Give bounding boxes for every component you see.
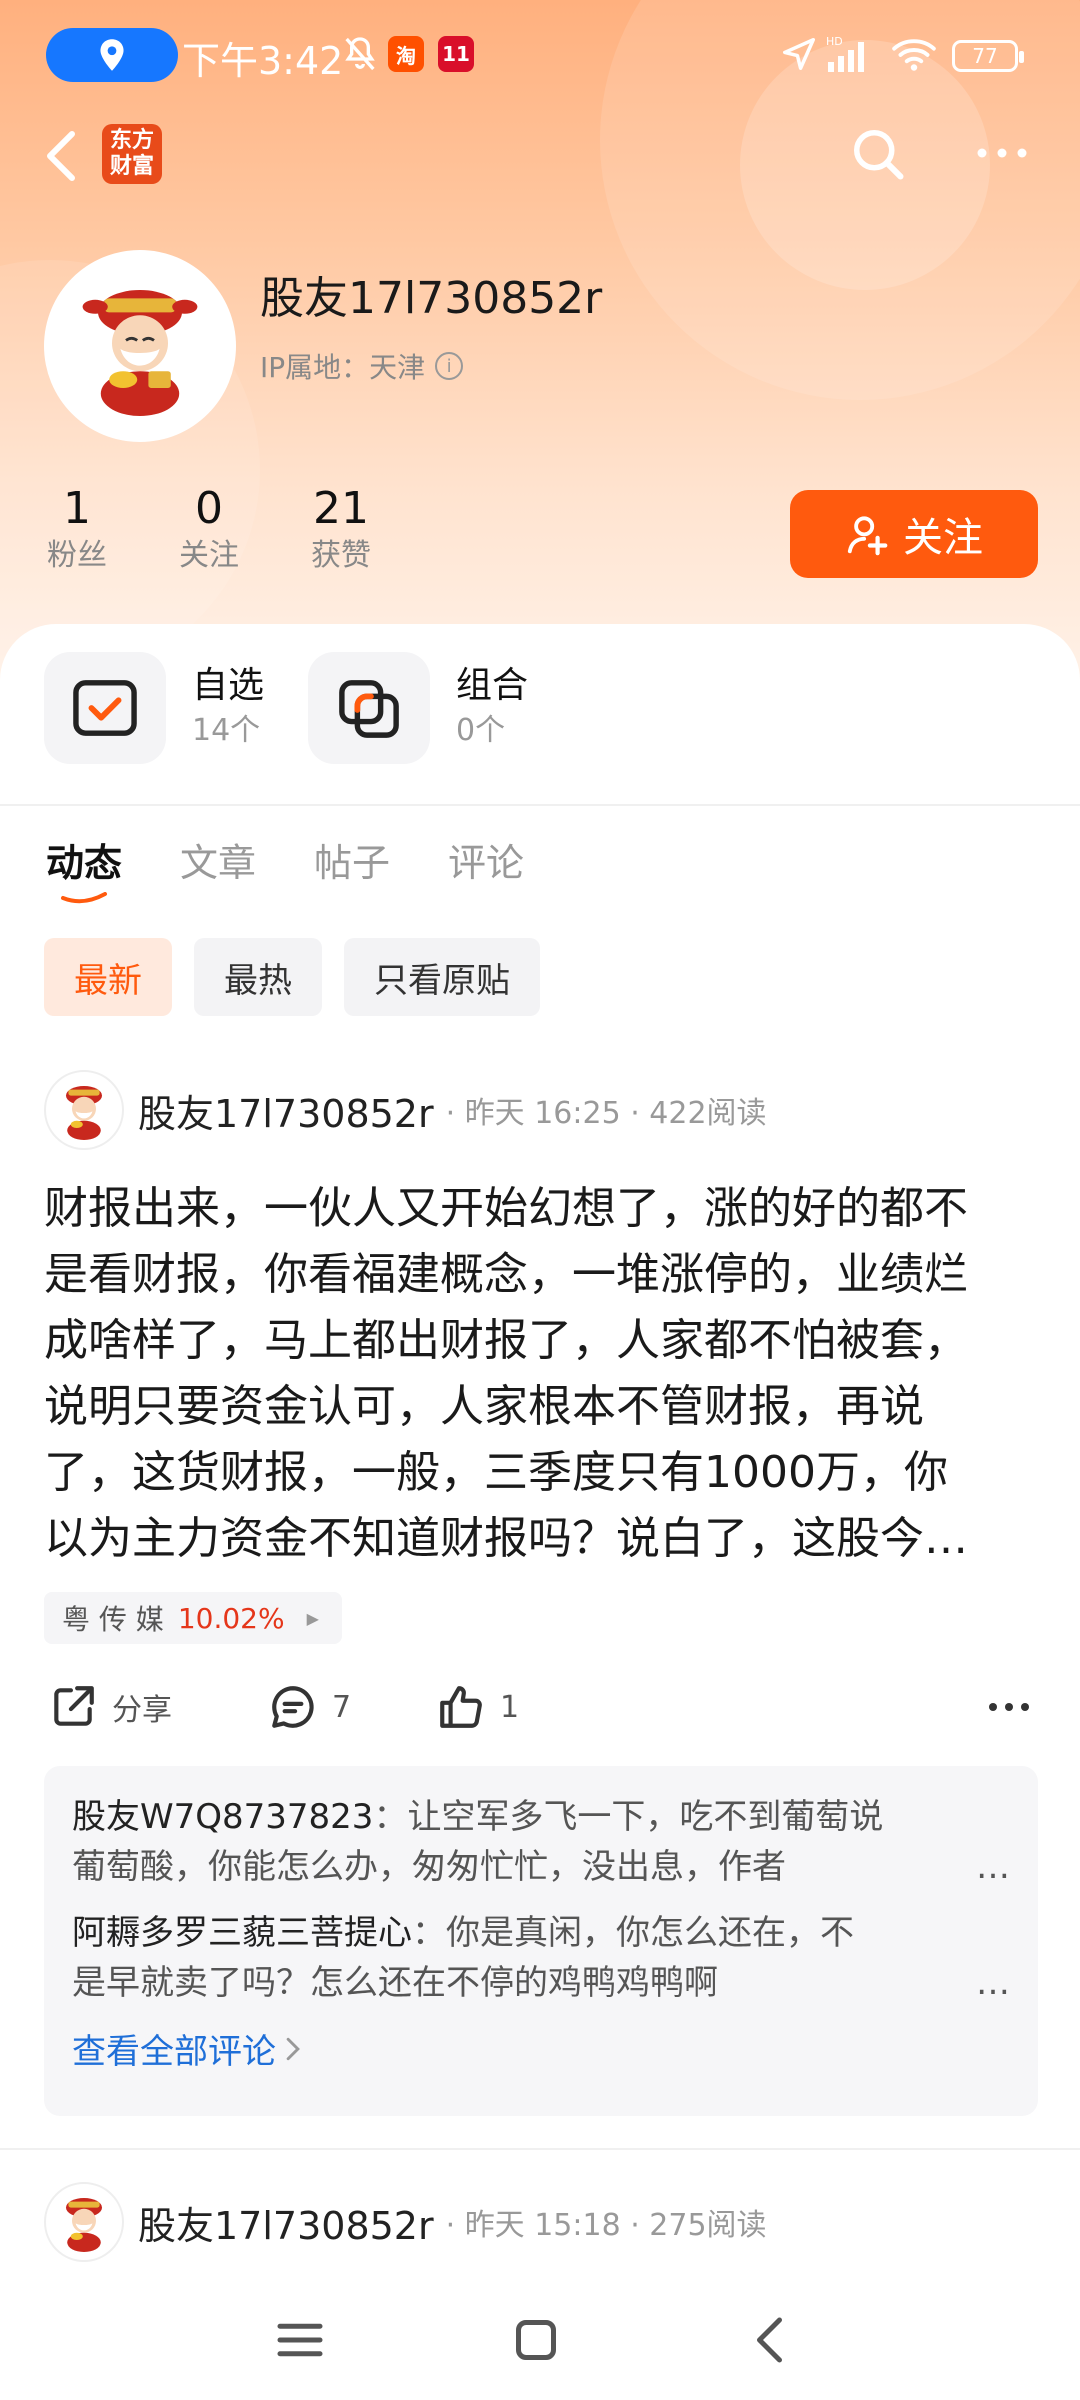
post-content[interactable]: 财报出来，一伙人又开始幻想了，涨的好的都不 是看财报，你看福建概念，一堆涨停的，…	[44, 1176, 1038, 1572]
view-all-comments-link[interactable]: 查看全部评论	[72, 2024, 1010, 2073]
info-icon[interactable]: i	[435, 352, 464, 380]
back-button[interactable]	[40, 128, 80, 184]
post-divider	[0, 2148, 1080, 2150]
watchlist-icon	[44, 652, 166, 764]
expand-ellipsis-icon: …	[976, 1847, 1010, 1887]
eastmoney-logo: 东方财富	[102, 124, 162, 184]
profile-username: 股友17l730852r	[260, 273, 603, 324]
more-options-icon[interactable]	[974, 138, 1030, 168]
tab-articles[interactable]: 文章	[180, 832, 256, 887]
expand-ellipsis-icon: …	[976, 1963, 1010, 2003]
follow-button[interactable]: 关注	[790, 490, 1038, 578]
portfolio-icon	[308, 652, 430, 764]
ip-label: IP属地：	[260, 351, 370, 384]
section-divider	[0, 804, 1080, 806]
navigation-arrow-icon	[780, 34, 818, 74]
active-tab-indicator	[61, 892, 107, 904]
shortcut-watchlist[interactable]: 自选 14个	[44, 652, 264, 764]
back-nav-icon[interactable]	[742, 2310, 802, 2370]
comment-item[interactable]: 阿耨多罗三藐三菩提心：你是真闲，你怎么还在，不 是早就卖了吗？怎么还在不停的鸡鸭…	[72, 1908, 1010, 2008]
status-time: 下午3:42	[182, 39, 344, 83]
mute-icon	[340, 34, 380, 74]
svg-text:HD: HD	[826, 35, 843, 48]
post-actions: 分享 7 1	[0, 1676, 1080, 1736]
signal-icon: HD	[826, 34, 880, 74]
comment-author: 股友W7Q8737823	[72, 1797, 374, 1837]
post-author-avatar[interactable]	[44, 2182, 124, 2262]
status-bar: 下午3:42 淘 11 HD 77	[0, 22, 1080, 86]
post-author-name[interactable]: 股友17l730852r	[138, 2195, 434, 2250]
like-button[interactable]: 1	[436, 1682, 519, 1732]
thumbs-up-icon	[440, 1686, 482, 1728]
add-user-icon	[847, 516, 888, 556]
comment-icon	[272, 1686, 314, 1728]
stock-name: 粤 传 媒	[62, 1603, 164, 1636]
location-indicator-icon	[46, 28, 178, 82]
post-meta: · 昨天 16:25 · 422阅读	[445, 1096, 767, 1131]
stat-fans[interactable]: 1 粉丝	[22, 484, 132, 578]
post-author-name[interactable]: 股友17l730852r	[138, 1083, 434, 1138]
comment-button[interactable]: 7	[268, 1682, 351, 1732]
menu-icon[interactable]	[270, 2310, 330, 2370]
tab-posts[interactable]: 帖子	[314, 832, 390, 887]
post-more-icon[interactable]	[984, 1682, 1034, 1732]
play-arrow-icon: ▶	[306, 1608, 319, 1628]
filter-original-only[interactable]: 只看原贴	[344, 938, 540, 1016]
filter-hottest[interactable]: 最热	[194, 938, 322, 1016]
taobao-app-icon: 淘	[388, 34, 424, 74]
post-header[interactable]: 股友17l730852r · 昨天 15:18 · 275阅读	[44, 2182, 767, 2262]
post-header[interactable]: 股友17l730852r · 昨天 16:25 · 422阅读	[44, 1070, 767, 1150]
post-author-avatar[interactable]	[44, 1070, 124, 1150]
ip-location: IP属地：天津 i	[260, 346, 464, 386]
stock-tag[interactable]: 粤 传 媒 10.02% ▶	[44, 1592, 342, 1644]
post-meta: · 昨天 15:18 · 275阅读	[445, 2208, 767, 2243]
filter-chips: 最新 最热 只看原贴	[44, 938, 540, 1016]
content-tabs: 动态 文章 帖子 评论	[46, 832, 524, 904]
comment-preview-box[interactable]: 股友W7Q8737823：让空军多飞一下，吃不到葡萄说 葡萄酸，你能怎么办，匆匆…	[44, 1766, 1038, 2116]
stat-likes[interactable]: 21 获赞	[286, 484, 396, 578]
tab-comments[interactable]: 评论	[448, 832, 524, 887]
share-button[interactable]: 分享	[48, 1682, 172, 1732]
system-navigation-bar	[0, 2290, 1080, 2400]
tmall-app-icon: 11	[438, 34, 474, 74]
ip-value: 天津	[369, 351, 426, 384]
wifi-icon	[892, 34, 936, 74]
comment-author: 阿耨多罗三藐三菩提心	[72, 1913, 412, 1953]
search-icon[interactable]	[848, 124, 908, 184]
stat-following[interactable]: 0 关注	[154, 484, 264, 578]
tab-dynamics[interactable]: 动态	[46, 832, 122, 904]
comment-item[interactable]: 股友W7Q8737823：让空军多飞一下，吃不到葡萄说 葡萄酸，你能怎么办，匆匆…	[72, 1792, 1010, 1892]
home-icon[interactable]	[506, 2310, 566, 2370]
filter-latest[interactable]: 最新	[44, 938, 172, 1016]
shortcut-portfolio[interactable]: 组合 0个	[308, 652, 528, 764]
chevron-right-icon	[286, 2037, 300, 2060]
battery-indicator: 77	[952, 40, 1024, 72]
stock-change: 10.02%	[177, 1601, 285, 1635]
user-avatar[interactable]	[44, 250, 236, 442]
share-icon	[54, 1686, 94, 1726]
fortune-god-avatar-icon	[82, 290, 198, 416]
